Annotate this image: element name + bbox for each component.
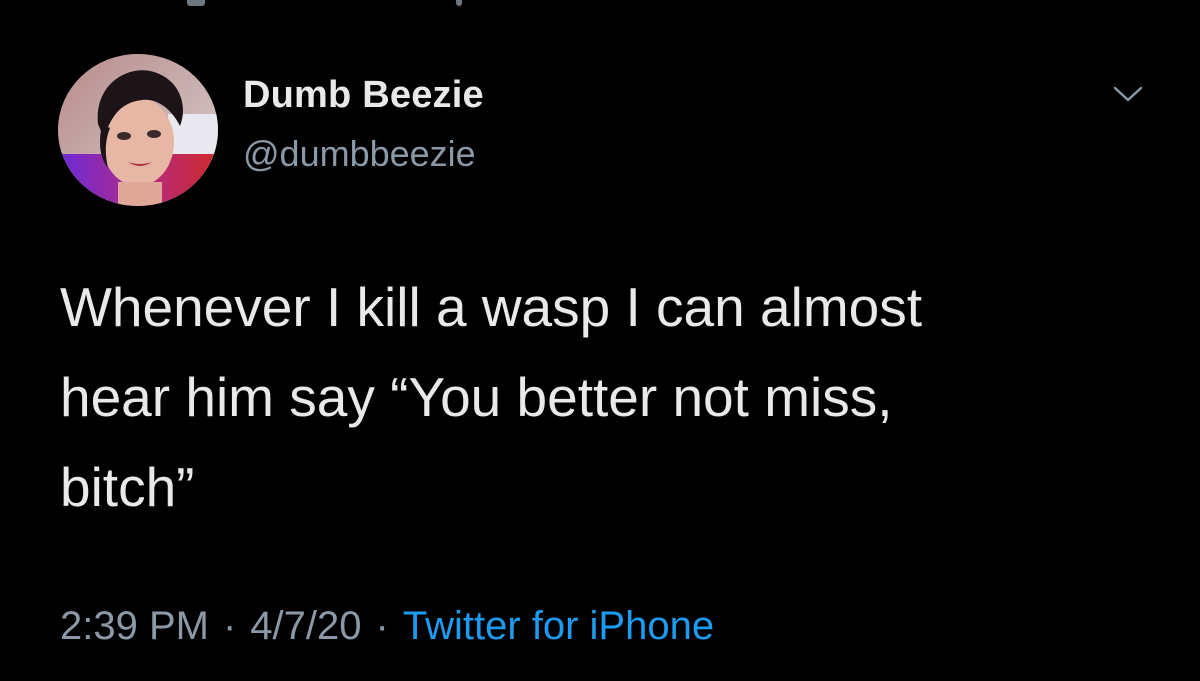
tweet-text-line: bitch” — [60, 456, 195, 518]
tweet-text: Whenever I kill a wasp I can almost hear… — [60, 262, 1160, 532]
display-name[interactable]: Dumb Beezie — [243, 74, 484, 117]
tweet-time[interactable]: 2:39 PM — [60, 604, 209, 648]
chevron-down-icon[interactable] — [1112, 82, 1144, 106]
user-handle[interactable]: @dumbbeezie — [243, 133, 476, 175]
tweet-text-line: Whenever I kill a wasp I can almost — [60, 276, 923, 338]
avatar-photo — [58, 54, 218, 206]
top-partial-divider — [456, 0, 462, 6]
meta-separator: · — [375, 604, 389, 648]
tweet-metadata: 2:39 PM · 4/7/20 · Twitter for iPhone — [60, 604, 714, 649]
tweet-detail: Dumb Beezie @dumbbeezie Whenever I kill … — [0, 0, 1200, 681]
avatar[interactable] — [58, 54, 218, 206]
tweet-source-link[interactable]: Twitter for iPhone — [403, 604, 714, 648]
tweet-text-line: hear him say “You better not miss, — [60, 366, 893, 428]
meta-separator: · — [222, 604, 237, 648]
top-partial-icon — [187, 0, 205, 6]
tweet-date[interactable]: 4/7/20 — [250, 604, 361, 648]
